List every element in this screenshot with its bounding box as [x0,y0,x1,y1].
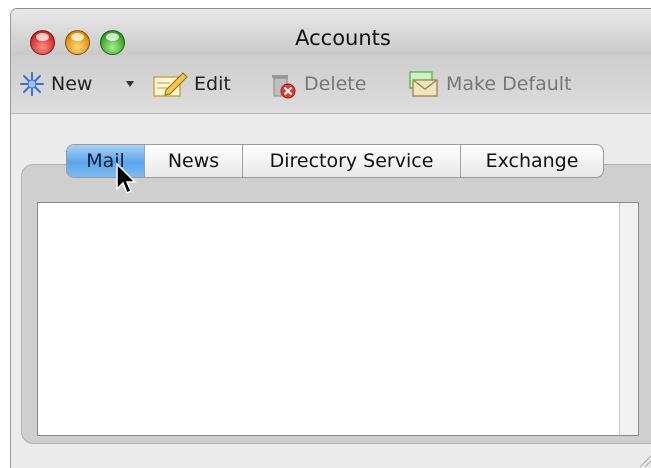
resize-grip-icon[interactable] [634,450,651,468]
zoom-button[interactable] [100,30,125,55]
edit-pencil-icon [153,72,188,97]
delete-button-label: Delete [304,73,367,95]
close-button[interactable] [30,30,55,55]
edit-button[interactable]: Edit [152,69,231,99]
tab-exchange[interactable]: Exchange [461,145,603,177]
delete-button[interactable]: Delete [268,69,366,99]
mouse-pointer-icon [116,162,137,195]
edit-button-label: Edit [194,73,231,95]
new-menu-arrow[interactable] [125,69,135,99]
content-area: Mail News Directory Service Exchange [11,114,651,468]
make-default-envelope-icon [409,71,438,97]
chevron-down-icon [126,81,134,87]
tab-news[interactable]: News [145,145,243,177]
trash-icon [272,75,296,99]
new-button[interactable]: New [19,69,92,99]
new-star-icon [20,72,44,96]
new-button-label: New [51,73,93,95]
window-title: Accounts [295,26,391,50]
toolbar: New Edit Delete Make Default [11,55,651,114]
make-default-button-label: Make Default [446,73,572,95]
make-default-button[interactable]: Make Default [406,69,572,99]
title-bar[interactable]: Accounts [11,9,651,55]
tab-directory-service[interactable]: Directory Service [243,145,461,177]
vertical-scrollbar[interactable] [619,203,638,435]
accounts-list[interactable] [37,202,639,436]
account-type-tabs: Mail News Directory Service Exchange [66,144,604,178]
minimize-button[interactable] [65,30,90,55]
accounts-window: Accounts New Edit Delete Make Default Ma… [10,8,651,468]
